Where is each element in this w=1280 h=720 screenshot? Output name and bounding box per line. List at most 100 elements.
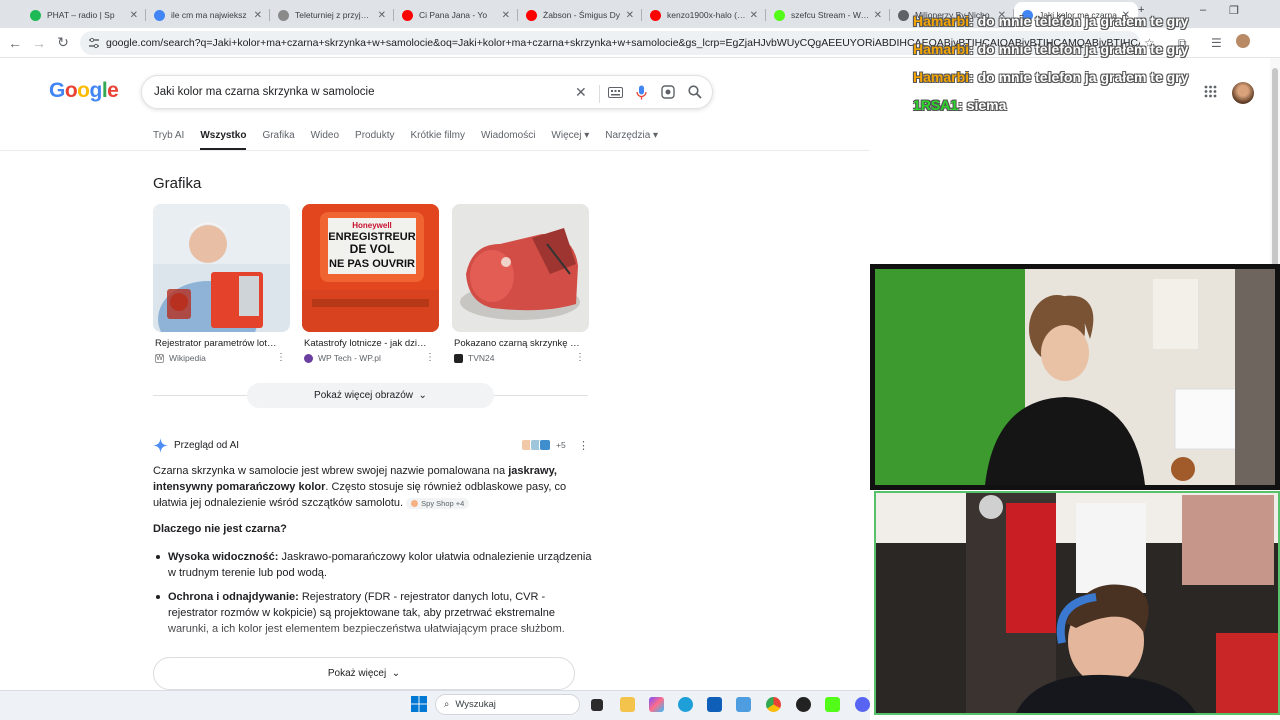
account-avatar[interactable] xyxy=(1232,82,1254,104)
chat-username: Hamarbi xyxy=(913,13,970,29)
webcam-feed-bottom xyxy=(874,491,1280,715)
orange-flight-recorder-image: Honeywell ENREGISTREUR DE VOL NE PAS OUV… xyxy=(302,204,439,332)
citation-chip[interactable]: Spy Shop +4 xyxy=(406,497,470,509)
image-source[interactable]: WP Tech - WP.pl xyxy=(302,353,439,363)
ai-more-options-icon[interactable]: ⋮ xyxy=(578,439,589,452)
maximize-button[interactable]: ❐ xyxy=(1229,4,1239,17)
image-thumbnail[interactable] xyxy=(153,204,290,332)
profile-avatar[interactable] xyxy=(1236,34,1250,48)
image-thumbnail[interactable] xyxy=(452,204,589,332)
citation-favicon xyxy=(411,500,419,508)
discord-icon[interactable] xyxy=(855,697,870,712)
chat-message: Hamarbi: do mnie telefon ja grałem te gr… xyxy=(913,10,1188,38)
back-icon[interactable]: ← xyxy=(3,35,27,51)
search-tab[interactable]: Krótkie filmy xyxy=(411,130,465,141)
search-box[interactable]: Jaki kolor ma czarna skrzynka w samoloci… xyxy=(141,75,713,109)
browser-tab[interactable]: Teleturniej z przyjació ✕ xyxy=(270,2,394,28)
edge-icon[interactable] xyxy=(678,697,693,712)
search-tab[interactable]: Narzędzia ▾ xyxy=(605,130,658,141)
image-caption[interactable]: Pokazano czarną skrzynkę ro... xyxy=(452,338,580,349)
google-logo[interactable]: Google xyxy=(49,79,119,103)
close-tab-icon[interactable]: ✕ xyxy=(626,10,634,21)
browser-tab[interactable]: Ci Pana Jana - Yo ✕ xyxy=(394,2,518,28)
taskbar-search[interactable]: ⌕ Wyszukaj xyxy=(435,694,580,715)
image-thumbnail[interactable]: Honeywell ENREGISTREUR DE VOL NE PAS OUV… xyxy=(302,204,439,332)
scrollbar-thumb[interactable] xyxy=(1272,68,1278,288)
tab-favicon-icon xyxy=(154,9,165,21)
copilot-icon[interactable] xyxy=(649,697,664,712)
tab-title: PHAT – radio | Sp xyxy=(47,10,115,20)
close-tab-icon[interactable]: ✕ xyxy=(254,10,262,21)
reading-list-icon[interactable]: ☰ xyxy=(1211,36,1222,50)
minimize-button[interactable]: – xyxy=(1200,4,1206,16)
show-more-button[interactable]: Pokaż więcej ⌄ xyxy=(153,657,575,690)
tab-title: Ci Pana Jana - Yo xyxy=(419,10,488,20)
app-icon[interactable] xyxy=(736,697,751,712)
task-view-icon[interactable] xyxy=(591,699,603,711)
browser-tab[interactable]: Żabson - Śmigus Dy ✕ xyxy=(518,2,642,28)
microphone-icon[interactable] xyxy=(636,85,647,100)
more-options-icon[interactable]: ⋮ xyxy=(425,352,435,363)
browser-tab[interactable]: kenzo1900x-halo (my ✕ xyxy=(642,2,766,28)
chat-message: Hamarbi: do mnie telefon ja grałem te gr… xyxy=(913,38,1188,66)
tab-favicon-icon xyxy=(30,9,41,21)
image-caption[interactable]: Katastrofy lotnicze - jak dział... xyxy=(302,338,430,349)
store-icon[interactable] xyxy=(707,697,722,712)
search-input[interactable]: Jaki kolor ma czarna skrzynka w samoloci… xyxy=(154,86,375,98)
close-tab-icon[interactable]: ✕ xyxy=(502,10,510,21)
search-icon[interactable] xyxy=(688,85,702,99)
close-tab-icon[interactable]: ✕ xyxy=(130,10,138,21)
image-source[interactable]: TVN24 xyxy=(452,353,589,363)
close-tab-icon[interactable]: ✕ xyxy=(750,10,758,21)
keyboard-icon[interactable] xyxy=(608,87,623,98)
chat-username: Hamarbi xyxy=(913,41,970,57)
reload-icon[interactable]: ↻ xyxy=(51,34,75,51)
clear-icon[interactable]: ✕ xyxy=(575,84,587,101)
search-tab[interactable]: Wszystko xyxy=(200,130,247,150)
image-source[interactable]: W Wikipedia xyxy=(153,353,290,363)
app-icon[interactable] xyxy=(796,697,811,712)
image-result-1[interactable]: Rejestrator parametrów lotu ... W Wikiped… xyxy=(153,204,290,363)
search-tab[interactable]: Grafika xyxy=(262,130,294,141)
search-tab[interactable]: Produkty xyxy=(355,130,394,141)
show-more-images-button[interactable]: Pokaż więcej obrazów ⌄ xyxy=(247,383,494,408)
browser-tab[interactable]: PHAT – radio | Sp ✕ xyxy=(22,2,146,28)
tab-favicon-icon xyxy=(898,9,909,21)
search-tab[interactable]: Więcej ▾ xyxy=(551,130,589,141)
file-explorer-icon[interactable] xyxy=(620,697,635,712)
image-source-label: WP Tech - WP.pl xyxy=(318,353,381,363)
image-caption[interactable]: Rejestrator parametrów lotu ... xyxy=(153,338,281,349)
search-tab[interactable]: Wideo xyxy=(311,130,339,141)
search-icon: ⌕ xyxy=(444,699,450,710)
citation-label: Spy Shop +4 xyxy=(421,498,465,508)
search-tab[interactable]: Tryb AI xyxy=(153,130,184,141)
tvn24-icon xyxy=(454,353,463,363)
image-source-label: Wikipedia xyxy=(169,353,206,363)
search-tabs: Tryb AI Wszystko Grafika Wideo Produkty Krótk… xyxy=(153,130,674,150)
browser-tab[interactable]: szefcu Stream - Watc ✕ xyxy=(766,2,890,28)
image-result-2[interactable]: Honeywell ENREGISTREUR DE VOL NE PAS OUV… xyxy=(302,204,439,363)
divider xyxy=(599,85,600,103)
windows-start-icon[interactable] xyxy=(411,696,427,712)
image-source-label: TVN24 xyxy=(468,353,495,363)
wp-tech-icon xyxy=(304,353,313,363)
chevron-down-icon: ⌄ xyxy=(391,668,401,679)
chat-message: Hamarbi: do mnie telefon ja grałem te gr… xyxy=(913,66,1188,94)
bullet-title: Ochrona i odnajdywanie: xyxy=(168,591,299,603)
show-more-label: Pokaż więcej xyxy=(327,668,387,679)
close-tab-icon[interactable]: ✕ xyxy=(874,10,882,21)
google-apps-icon[interactable] xyxy=(1204,85,1217,98)
ai-sources[interactable]: +5 xyxy=(521,439,566,451)
logo-letter: g xyxy=(89,79,103,102)
browser-tab[interactable]: ile cm ma najwieksz ✕ xyxy=(146,2,270,28)
more-options-icon[interactable]: ⋮ xyxy=(575,352,585,363)
image-result-3[interactable]: Pokazano czarną skrzynkę ro... TVN24 ⋮ xyxy=(452,204,589,363)
kick-icon[interactable] xyxy=(825,697,840,712)
search-tab[interactable]: Wiadomości xyxy=(481,130,535,141)
forward-icon[interactable]: → xyxy=(27,35,51,51)
chrome-icon[interactable] xyxy=(766,697,781,712)
camera-lens-icon[interactable] xyxy=(661,85,675,99)
close-tab-icon[interactable]: ✕ xyxy=(378,10,386,21)
site-info-icon[interactable] xyxy=(88,37,100,49)
more-options-icon[interactable]: ⋮ xyxy=(276,352,286,363)
